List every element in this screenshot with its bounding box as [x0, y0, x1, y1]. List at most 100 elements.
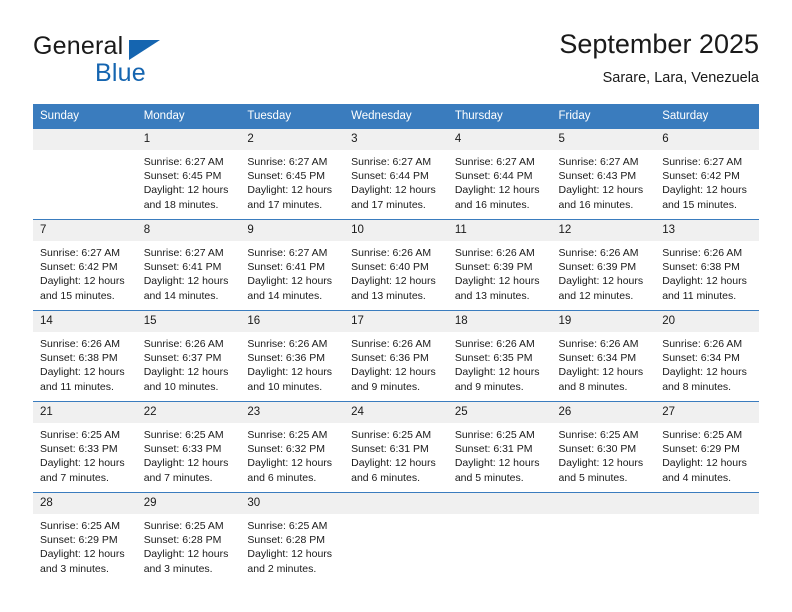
- calendar-grid: Sunday Monday Tuesday Wednesday Thursday…: [33, 104, 759, 583]
- day-number: [655, 493, 759, 514]
- daylight-text-line2: and 17 minutes.: [351, 198, 426, 211]
- calendar-day-cell[interactable]: 11 Sunrise: 6:26 AM Sunset: 6:39 PM Dayligh…: [447, 219, 552, 311]
- day-details: Sunrise: 6:27 AM Sunset: 6:42 PM Daylight:…: [655, 150, 759, 212]
- day-details: Sunrise: 6:26 AM Sunset: 6:34 PM Daylight:…: [552, 332, 656, 394]
- day-number: 28: [33, 493, 137, 514]
- day-details: Sunrise: 6:25 AM Sunset: 6:31 PM Daylight:…: [448, 423, 552, 485]
- daylight-text-line2: and 9 minutes.: [351, 380, 420, 393]
- calendar-day-cell[interactable]: 30 Sunrise: 6:25 AM Sunset: 6:28 PM Dayligh…: [240, 492, 345, 583]
- sunrise-text: Sunrise: 6:26 AM: [662, 247, 743, 259]
- daylight-text-line2: and 3 minutes.: [40, 562, 109, 575]
- day-number: 1: [136, 129, 241, 150]
- weekday-header-thursday: Thursday: [447, 104, 552, 129]
- calendar-day-cell[interactable]: 15 Sunrise: 6:26 AM Sunset: 6:37 PM Dayligh…: [136, 310, 241, 402]
- daylight-text-line1: Daylight: 12 hours: [454, 275, 540, 288]
- calendar-day-cell[interactable]: 21 Sunrise: 6:25 AM Sunset: 6:33 PM Dayligh…: [33, 401, 137, 493]
- calendar-day-cell[interactable]: 4 Sunrise: 6:27 AM Sunset: 6:44 PM Daylight…: [447, 128, 552, 220]
- daylight-text-line1: Daylight: 12 hours: [247, 548, 333, 561]
- sunset-text: Sunset: 6:33 PM: [40, 443, 118, 456]
- daylight-text-line1: Daylight: 12 hours: [351, 275, 436, 288]
- sunset-text: Sunset: 6:45 PM: [143, 170, 222, 183]
- calendar-day-cell[interactable]: 8 Sunrise: 6:27 AM Sunset: 6:41 PM Daylight…: [136, 219, 241, 311]
- calendar-day-cell[interactable]: 17 Sunrise: 6:26 AM Sunset: 6:36 PM Dayligh…: [344, 310, 448, 402]
- calendar-day-cell[interactable]: 24 Sunrise: 6:25 AM Sunset: 6:31 PM Dayligh…: [344, 401, 448, 493]
- day-number: 18: [447, 311, 552, 332]
- daylight-text-line2: and 7 minutes.: [40, 471, 109, 484]
- calendar-day-cell[interactable]: 27 Sunrise: 6:25 AM Sunset: 6:29 PM Dayligh…: [655, 401, 759, 493]
- daylight-text-line1: Daylight: 12 hours: [662, 457, 747, 470]
- sunrise-text: Sunrise: 6:26 AM: [558, 247, 639, 259]
- weekday-header-friday: Friday: [551, 104, 656, 129]
- sunrise-text: Sunrise: 6:27 AM: [351, 156, 432, 168]
- sunrise-text: Sunrise: 6:27 AM: [247, 156, 328, 168]
- calendar-body: 1 Sunrise: 6:27 AM Sunset: 6:45 PM Daylight…: [33, 128, 759, 583]
- sunset-text: Sunset: 6:30 PM: [558, 443, 637, 456]
- daylight-text-line2: and 7 minutes.: [143, 471, 213, 484]
- calendar-day-cell[interactable]: 7 Sunrise: 6:27 AM Sunset: 6:42 PM Daylight…: [33, 219, 137, 311]
- day-details: Sunrise: 6:26 AM Sunset: 6:35 PM Daylight:…: [448, 332, 552, 394]
- sunrise-text: Sunrise: 6:25 AM: [247, 429, 328, 441]
- calendar-day-cell[interactable]: 26 Sunrise: 6:25 AM Sunset: 6:30 PM Dayligh…: [551, 401, 656, 493]
- calendar-day-cell-empty: [447, 492, 552, 583]
- day-details: Sunrise: 6:25 AM Sunset: 6:33 PM Daylight:…: [33, 423, 137, 485]
- calendar-day-cell[interactable]: 18 Sunrise: 6:26 AM Sunset: 6:35 PM Dayligh…: [447, 310, 552, 402]
- calendar-day-cell[interactable]: 12 Sunrise: 6:26 AM Sunset: 6:39 PM Dayligh…: [551, 219, 656, 311]
- daylight-text-line2: and 16 minutes.: [454, 198, 530, 211]
- daylight-text-line2: and 11 minutes.: [662, 289, 737, 302]
- sunset-text: Sunset: 6:29 PM: [662, 443, 740, 456]
- day-details: Sunrise: 6:26 AM Sunset: 6:40 PM Daylight:…: [344, 241, 448, 303]
- sunrise-text: Sunrise: 6:26 AM: [40, 338, 120, 350]
- calendar-day-cell[interactable]: 20 Sunrise: 6:26 AM Sunset: 6:34 PM Dayligh…: [655, 310, 759, 402]
- calendar-day-cell-empty: [344, 492, 448, 583]
- calendar-day-cell[interactable]: 3 Sunrise: 6:27 AM Sunset: 6:44 PM Daylight…: [344, 128, 448, 220]
- sunset-text: Sunset: 6:36 PM: [247, 352, 326, 365]
- sunrise-text: Sunrise: 6:25 AM: [662, 429, 743, 441]
- logo-text-general: General: [33, 32, 124, 60]
- calendar-day-cell[interactable]: 29 Sunrise: 6:25 AM Sunset: 6:28 PM Dayligh…: [136, 492, 241, 583]
- sunrise-text: Sunrise: 6:25 AM: [558, 429, 639, 441]
- calendar-day-cell[interactable]: 10 Sunrise: 6:26 AM Sunset: 6:40 PM Dayligh…: [344, 219, 448, 311]
- calendar-day-cell[interactable]: 16 Sunrise: 6:26 AM Sunset: 6:36 PM Dayligh…: [240, 310, 345, 402]
- daylight-text-line1: Daylight: 12 hours: [40, 548, 125, 561]
- day-details: Sunrise: 6:26 AM Sunset: 6:36 PM Daylight:…: [344, 332, 448, 394]
- daylight-text-line1: Daylight: 12 hours: [40, 457, 125, 470]
- weekday-header-saturday: Saturday: [655, 104, 759, 129]
- sunset-text: Sunset: 6:35 PM: [454, 352, 533, 365]
- daylight-text-line1: Daylight: 12 hours: [143, 457, 229, 470]
- page-subtitle: Sarare, Lara, Venezuela: [602, 70, 759, 86]
- calendar-page: General Blue September 2025 Sarare, Lara…: [0, 0, 792, 612]
- general-blue-logo[interactable]: General Blue: [33, 32, 293, 92]
- daylight-text-line2: and 13 minutes.: [454, 289, 530, 302]
- calendar-day-cell[interactable]: 25 Sunrise: 6:25 AM Sunset: 6:31 PM Dayligh…: [447, 401, 552, 493]
- sunset-text: Sunset: 6:42 PM: [662, 170, 740, 183]
- calendar-day-cell[interactable]: 14 Sunrise: 6:26 AM Sunset: 6:38 PM Dayligh…: [33, 310, 137, 402]
- day-details: Sunrise: 6:27 AM Sunset: 6:45 PM Daylight:…: [137, 150, 241, 212]
- sunrise-text: Sunrise: 6:25 AM: [143, 429, 224, 441]
- calendar-day-cell[interactable]: 28 Sunrise: 6:25 AM Sunset: 6:29 PM Dayligh…: [33, 492, 137, 583]
- day-details: Sunrise: 6:27 AM Sunset: 6:45 PM Daylight:…: [240, 150, 344, 212]
- daylight-text-line1: Daylight: 12 hours: [247, 184, 333, 197]
- daylight-text-line1: Daylight: 12 hours: [662, 184, 747, 197]
- calendar-day-cell[interactable]: 1 Sunrise: 6:27 AM Sunset: 6:45 PM Daylight…: [136, 128, 241, 220]
- day-details: Sunrise: 6:27 AM Sunset: 6:42 PM Daylight:…: [33, 241, 137, 303]
- calendar-day-cell[interactable]: 6 Sunrise: 6:27 AM Sunset: 6:42 PM Daylight…: [655, 128, 759, 220]
- day-number: [551, 493, 656, 514]
- daylight-text-line2: and 8 minutes.: [662, 380, 732, 393]
- calendar-day-cell[interactable]: 19 Sunrise: 6:26 AM Sunset: 6:34 PM Dayligh…: [551, 310, 656, 402]
- day-number: 22: [136, 402, 241, 423]
- calendar-day-cell[interactable]: 13 Sunrise: 6:26 AM Sunset: 6:38 PM Dayligh…: [655, 219, 759, 311]
- calendar-day-cell[interactable]: 5 Sunrise: 6:27 AM Sunset: 6:43 PM Daylight…: [551, 128, 656, 220]
- daylight-text-line2: and 15 minutes.: [40, 289, 115, 302]
- day-number: 30: [240, 493, 345, 514]
- sunrise-text: Sunrise: 6:26 AM: [247, 338, 328, 350]
- calendar-day-cell[interactable]: 9 Sunrise: 6:27 AM Sunset: 6:41 PM Daylight…: [240, 219, 345, 311]
- calendar-day-cell[interactable]: 22 Sunrise: 6:25 AM Sunset: 6:33 PM Dayligh…: [136, 401, 241, 493]
- calendar-day-cell[interactable]: 23 Sunrise: 6:25 AM Sunset: 6:32 PM Dayligh…: [240, 401, 345, 493]
- sunrise-text: Sunrise: 6:27 AM: [558, 156, 639, 168]
- calendar-day-cell[interactable]: 2 Sunrise: 6:27 AM Sunset: 6:45 PM Daylight…: [240, 128, 345, 220]
- daylight-text-line2: and 13 minutes.: [351, 289, 426, 302]
- day-number: 16: [240, 311, 345, 332]
- day-details: Sunrise: 6:27 AM Sunset: 6:44 PM Daylight:…: [448, 150, 552, 212]
- sunset-text: Sunset: 6:28 PM: [143, 534, 222, 547]
- day-details: Sunrise: 6:26 AM Sunset: 6:36 PM Daylight:…: [240, 332, 344, 394]
